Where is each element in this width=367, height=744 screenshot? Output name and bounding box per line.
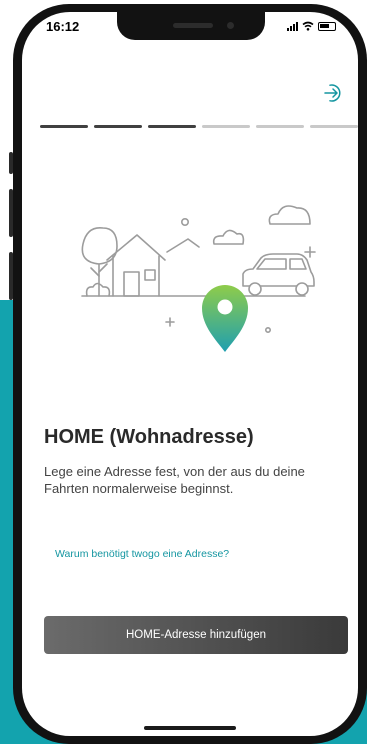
location-pin-icon (202, 285, 248, 352)
progress-step (40, 125, 88, 128)
home-illustration (81, 205, 316, 352)
notch (117, 12, 265, 40)
progress-step (148, 125, 196, 128)
exit-arrow-icon[interactable] (322, 82, 344, 104)
progress-step (202, 125, 250, 128)
page-title: HOME (Wohnadresse) (44, 426, 254, 448)
phone-frame: 16:12 HOME (Wohnadresse) Lege eine Adres… (9, 4, 367, 744)
volume-down-button (9, 252, 13, 300)
progress-step (310, 125, 358, 128)
page-description: Lege eine Adresse fest, von der aus du d… (44, 464, 305, 496)
battery-icon (318, 21, 336, 31)
status-icons (287, 21, 336, 31)
signal-icon (287, 21, 298, 31)
progress-step (256, 125, 304, 128)
app-screen: 16:12 HOME (Wohnadresse) Lege eine Adres… (22, 12, 358, 736)
mute-switch (9, 152, 13, 174)
volume-up-button (9, 189, 13, 237)
onboarding-progress (40, 125, 358, 128)
status-time: 16:12 (46, 19, 80, 34)
add-home-address-button[interactable]: HOME-Adresse hinzufügen (44, 616, 348, 654)
wifi-icon (302, 21, 314, 31)
speaker (173, 23, 213, 28)
why-address-link[interactable]: Warum benötigt twogo eine Adresse? (55, 548, 229, 560)
home-indicator (144, 726, 236, 730)
progress-step (94, 125, 142, 128)
front-camera (227, 22, 234, 29)
